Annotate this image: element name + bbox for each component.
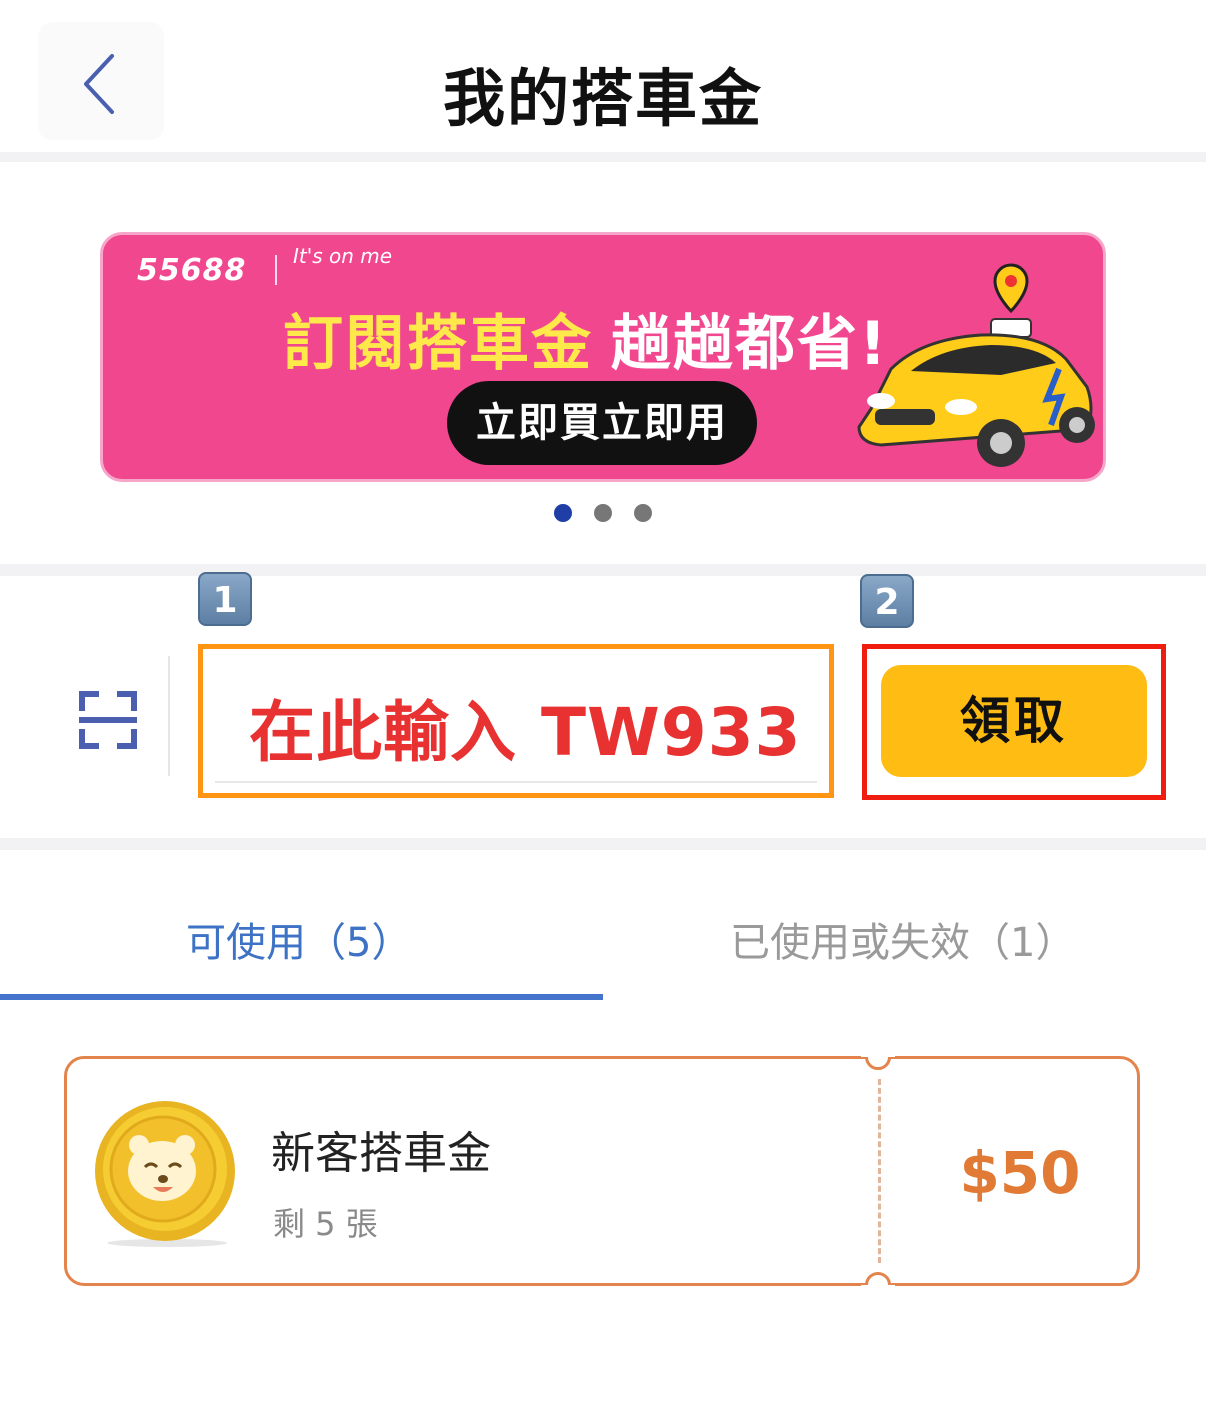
coupon-name: 新客搭車金 bbox=[271, 1128, 491, 1179]
buy-now-button[interactable]: 立即買立即用 bbox=[447, 381, 757, 465]
bear-coin-icon bbox=[95, 1101, 235, 1247]
coupon-remaining-count: 剩 5 張 bbox=[273, 1205, 378, 1243]
coupon-tabs: 可使用（5） 已使用或失效（1） bbox=[0, 850, 1206, 1000]
active-tab-indicator bbox=[0, 994, 603, 1000]
ticket-perforation bbox=[878, 1079, 881, 1263]
carousel-dot[interactable] bbox=[634, 504, 652, 522]
tab-available[interactable]: 可使用（5） bbox=[186, 910, 411, 968]
slogan-logo: It's on me bbox=[293, 244, 393, 268]
headline-highlight: 訂閱搭車金 bbox=[283, 309, 593, 379]
coupon-code-input[interactable]: 在此輸入 TW933 bbox=[198, 644, 834, 798]
divider bbox=[0, 564, 1206, 576]
banner-section: 55688 It's on me 訂閱搭車金 趟趟都省! 立即買立即用 bbox=[0, 162, 1206, 564]
tab-used-or-expired[interactable]: 已使用或失效（1） bbox=[730, 910, 1075, 968]
claim-button[interactable]: 領取 bbox=[881, 665, 1147, 777]
brand-logo: 55688 bbox=[137, 253, 247, 288]
notch-mask bbox=[861, 1285, 895, 1299]
carousel-indicator bbox=[0, 504, 1206, 524]
step-1-badge: 1 bbox=[198, 572, 252, 626]
page-title: 我的搭車金 bbox=[442, 62, 763, 135]
notch-mask bbox=[861, 1043, 895, 1057]
divider bbox=[0, 152, 1206, 162]
headline-rest: 趟趟都省! bbox=[611, 309, 889, 379]
coupon-amount: $50 bbox=[959, 1139, 1081, 1207]
divider bbox=[0, 838, 1206, 850]
carousel-dot[interactable] bbox=[594, 504, 612, 522]
step-2-badge: 2 bbox=[860, 574, 914, 628]
app-header: 我的搭車金 bbox=[0, 0, 1206, 152]
coupon-code-value[interactable]: 在此輸入 TW933 bbox=[249, 679, 802, 775]
carousel-dot[interactable] bbox=[554, 504, 572, 522]
logo-divider bbox=[275, 255, 277, 285]
taxi-icon bbox=[857, 263, 1095, 467]
claim-highlight-frame: 領取 bbox=[862, 644, 1166, 800]
promo-banner[interactable]: 55688 It's on me 訂閱搭車金 趟趟都省! 立即買立即用 bbox=[100, 232, 1106, 482]
input-divider bbox=[168, 656, 170, 776]
banner-headline: 訂閱搭車金 趟趟都省! bbox=[283, 295, 888, 382]
input-underline bbox=[215, 781, 817, 783]
redeem-section: 1 2 在此輸入 TW933 領取 bbox=[0, 572, 1206, 838]
scan-icon[interactable] bbox=[78, 690, 138, 750]
coupon-card[interactable]: 新客搭車金 剩 5 張 $50 bbox=[64, 1043, 1140, 1299]
